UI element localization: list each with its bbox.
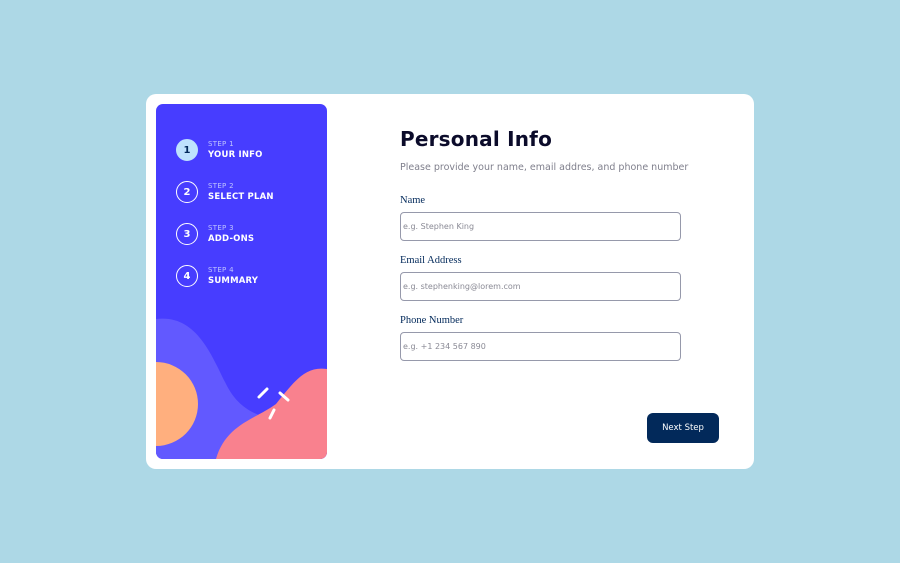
- page-subtitle: Please provide your name, email addres, …: [400, 162, 689, 173]
- email-label: Email Address: [400, 255, 462, 266]
- step-title: SUMMARY: [208, 275, 259, 286]
- step-text: STEP 4 SUMMARY: [208, 266, 258, 287]
- phone-label: Phone Number: [400, 315, 464, 326]
- page-title: Personal Info: [400, 127, 553, 151]
- step-text: STEP 3 ADD-ONS: [208, 224, 254, 245]
- step-label: STEP 4: [208, 265, 234, 274]
- step-title: SELECT PLAN: [208, 191, 274, 202]
- step-title: ADD-ONS: [208, 233, 255, 244]
- step-item-add-ons[interactable]: 3 STEP 3 ADD-ONS: [176, 213, 274, 255]
- step-title: YOUR INFO: [208, 149, 263, 160]
- step-item-select-plan[interactable]: 2 STEP 2 SELECT PLAN: [176, 171, 274, 213]
- step-text: STEP 2 SELECT PLAN: [208, 182, 274, 203]
- step-item-your-info[interactable]: 1 STEP 1 YOUR INFO: [176, 129, 274, 171]
- step-number-badge: 3: [176, 223, 198, 245]
- name-input[interactable]: [400, 212, 681, 241]
- step-label: STEP 1: [208, 139, 234, 148]
- step-text: STEP 1 YOUR INFO: [208, 140, 263, 161]
- step-sidebar: 1 STEP 1 YOUR INFO 2 STEP 2 SELECT PLAN …: [156, 104, 327, 459]
- phone-input[interactable]: [400, 332, 681, 361]
- step-number-badge: 1: [176, 139, 198, 161]
- step-number-badge: 4: [176, 265, 198, 287]
- email-input[interactable]: [400, 272, 681, 301]
- name-label: Name: [400, 195, 426, 206]
- step-number-badge: 2: [176, 181, 198, 203]
- step-list: 1 STEP 1 YOUR INFO 2 STEP 2 SELECT PLAN …: [176, 129, 274, 297]
- form-card: 1 STEP 1 YOUR INFO 2 STEP 2 SELECT PLAN …: [146, 94, 754, 469]
- step-item-summary[interactable]: 4 STEP 4 SUMMARY: [176, 255, 274, 297]
- step-label: STEP 2: [208, 181, 234, 190]
- next-step-button[interactable]: Next Step: [647, 413, 719, 443]
- step-label: STEP 3: [208, 223, 234, 232]
- form-main: Personal Info Please provide your name, …: [400, 94, 730, 469]
